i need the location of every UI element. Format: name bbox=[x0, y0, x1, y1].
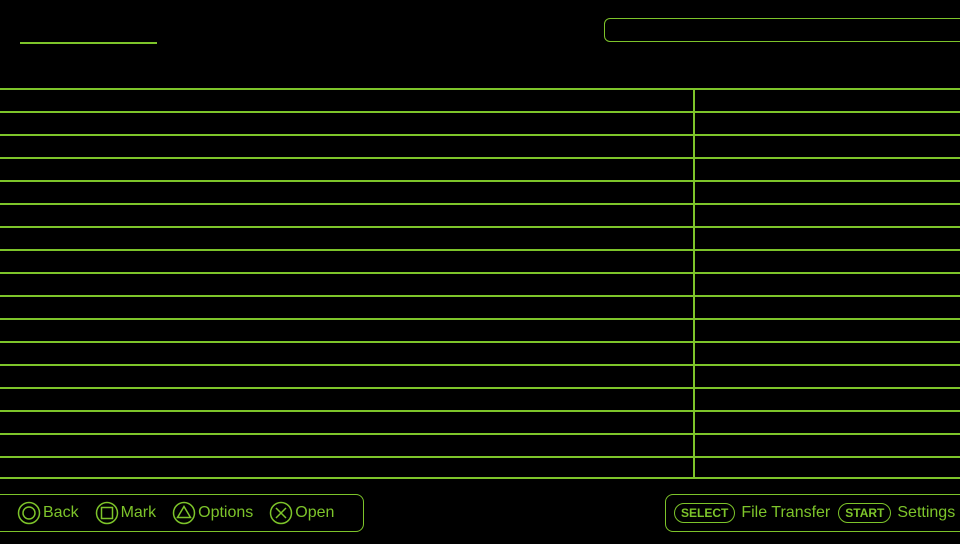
file-row[interactable] bbox=[0, 387, 960, 410]
settings-label: Settings bbox=[897, 504, 956, 521]
file-list bbox=[0, 88, 960, 479]
options-hint[interactable]: Options bbox=[172, 501, 253, 525]
controls-bar-left: Back Mark Options Open bbox=[0, 494, 364, 532]
column-divider bbox=[693, 88, 695, 478]
square-button-icon bbox=[95, 501, 118, 525]
file-row[interactable] bbox=[0, 433, 960, 456]
file-row[interactable] bbox=[0, 410, 960, 433]
file-row[interactable] bbox=[0, 111, 960, 134]
start-button-icon: START bbox=[838, 503, 892, 523]
file-transfer-label: File Transfer bbox=[741, 504, 831, 521]
file-row[interactable] bbox=[0, 180, 960, 203]
back-label: Back bbox=[43, 504, 79, 521]
file-row[interactable] bbox=[0, 203, 960, 226]
back-hint[interactable]: Back bbox=[17, 501, 79, 525]
file-row[interactable] bbox=[0, 226, 960, 249]
options-label: Options bbox=[198, 504, 254, 521]
file-row[interactable] bbox=[0, 272, 960, 295]
controls-bar-right: SELECT File Transfer START Settings bbox=[665, 494, 960, 532]
file-row[interactable] bbox=[0, 456, 960, 479]
file-row[interactable] bbox=[0, 341, 960, 364]
circle-button-icon bbox=[17, 501, 41, 525]
file-row[interactable] bbox=[0, 249, 960, 272]
cross-button-icon bbox=[270, 501, 293, 525]
open-hint[interactable]: Open bbox=[269, 501, 334, 525]
file-row[interactable] bbox=[0, 318, 960, 341]
file-row[interactable] bbox=[0, 134, 960, 157]
open-label: Open bbox=[295, 504, 335, 521]
title-underline bbox=[20, 42, 157, 44]
triangle-button-icon bbox=[172, 501, 196, 525]
file-row[interactable] bbox=[0, 157, 960, 180]
mark-label: Mark bbox=[120, 504, 157, 521]
file-row[interactable] bbox=[0, 364, 960, 387]
settings-hint[interactable]: START Settings bbox=[838, 503, 955, 523]
file-transfer-hint[interactable]: SELECT File Transfer bbox=[674, 503, 830, 523]
path-field[interactable] bbox=[604, 18, 960, 42]
file-row[interactable] bbox=[0, 295, 960, 318]
file-row[interactable] bbox=[0, 88, 960, 111]
select-button-icon: SELECT bbox=[674, 503, 736, 523]
mark-hint[interactable]: Mark bbox=[95, 501, 157, 525]
